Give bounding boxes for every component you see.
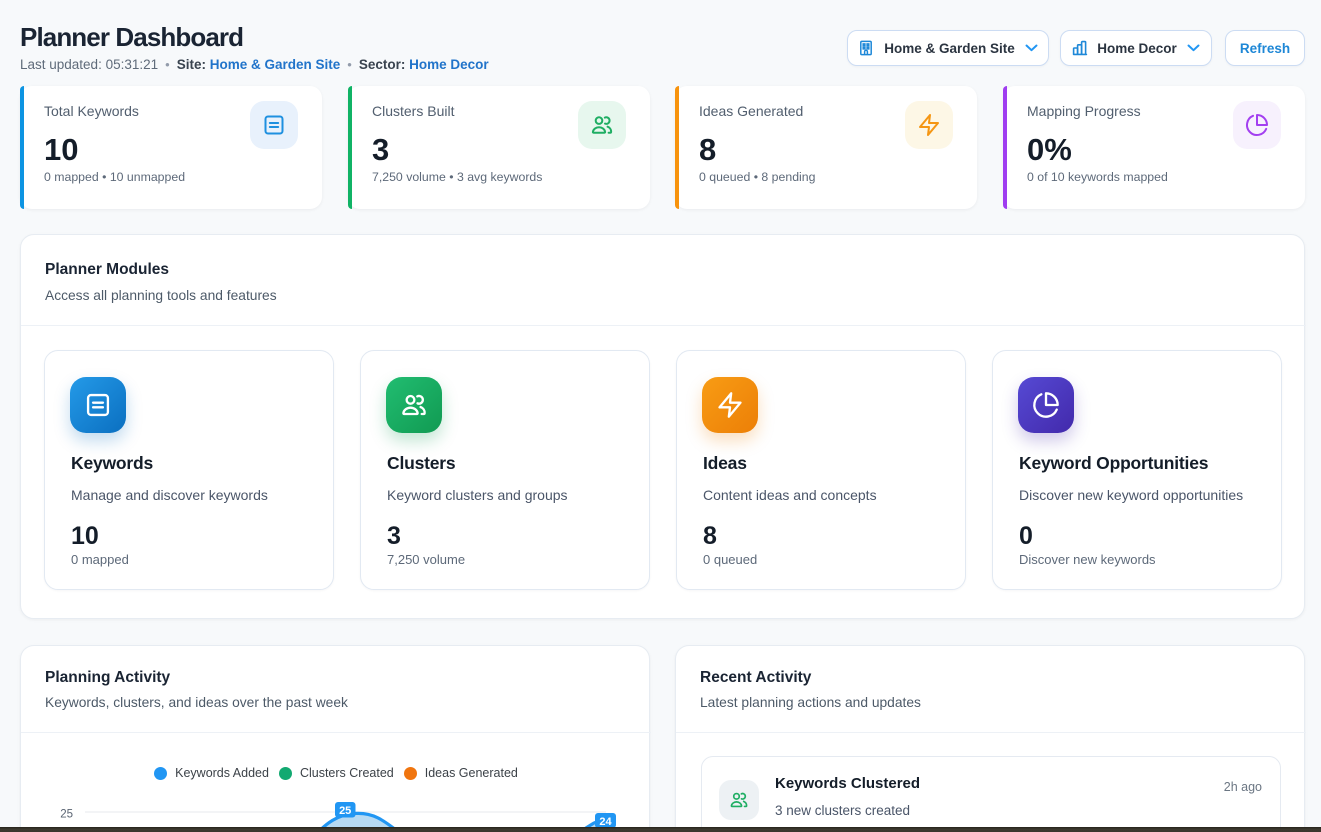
- svg-text:25: 25: [60, 809, 73, 821]
- svg-text:25: 25: [339, 805, 351, 817]
